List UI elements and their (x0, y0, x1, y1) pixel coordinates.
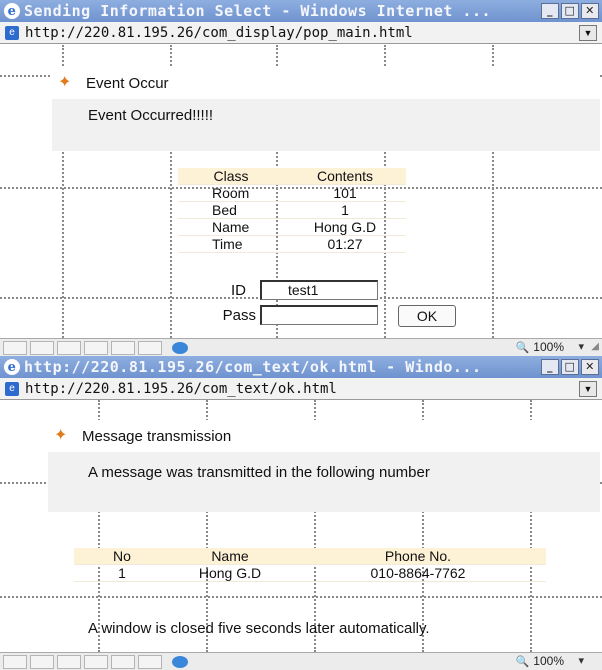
table-cell: Hong G.D (284, 218, 406, 236)
status-bar: 🔍 100% ▾ ◢ (0, 338, 602, 356)
zoom-level: 100% (533, 340, 564, 354)
table-cell: Bed (178, 201, 284, 219)
zoom-icon: 🔍 (515, 341, 530, 354)
window-title: http://220.81.195.26/com_text/ok.html - … (24, 358, 482, 376)
column-header: No (74, 548, 170, 565)
table-cell: Room (178, 184, 284, 202)
table-cell: Hong G.D (170, 564, 290, 582)
column-header: Class (178, 168, 284, 185)
table-row: Room 101 (178, 184, 406, 202)
table-cell: 01:27 (284, 235, 406, 253)
column-header: Phone No. (290, 548, 546, 565)
ie-logo-icon: e (4, 3, 20, 19)
zoom-control[interactable]: 🔍 100% (516, 340, 564, 354)
close-button[interactable]: ✕ (581, 359, 599, 375)
table-row: Bed 1 (178, 201, 406, 219)
message-title: Event Occur (86, 74, 169, 92)
message-text: Event Occurred!!!!! (88, 107, 214, 124)
table-row: Time 01:27 (178, 235, 406, 253)
table-row: 1 Hong G.D 010-8864-7762 (74, 564, 546, 582)
ok-button[interactable]: OK (398, 305, 456, 327)
page-content: ✦ Message transmission A message was tra… (0, 400, 602, 652)
window-controls: _ □ ✕ (541, 3, 599, 19)
message-text: A message was transmitted in the followi… (88, 464, 430, 481)
message-box: ✦ Event Occur Event Occurred!!!!! (52, 67, 600, 151)
id-input[interactable]: test1 (260, 280, 378, 300)
status-cell (138, 654, 162, 669)
status-cell (111, 654, 135, 669)
ie-logo-icon: e (4, 359, 20, 375)
zoom-icon: 🔍 (515, 655, 530, 668)
chevron-down-icon[interactable]: ▼ (579, 380, 597, 397)
number-table: No Name Phone No. 1 Hong G.D 010-8864-77… (74, 548, 546, 582)
title-bar[interactable]: e http://220.81.195.26/com_text/ok.html … (0, 356, 602, 378)
status-cell (30, 340, 54, 355)
bird-icon: ✦ (54, 427, 68, 444)
zoom-level: 100% (533, 654, 564, 668)
page-content: ✦ Event Occur Event Occurred!!!!! Class … (0, 45, 602, 338)
close-button[interactable]: ✕ (581, 3, 599, 19)
title-bar[interactable]: e Sending Information Select - Windows I… (0, 0, 602, 22)
window-title: Sending Information Select - Windows Int… (24, 2, 492, 20)
pass-input[interactable] (260, 305, 378, 325)
url-text[interactable]: http://220.81.195.26/com_text/ok.html (25, 381, 579, 397)
table-cell: 1 (284, 201, 406, 219)
table-header-row: Class Contents (178, 168, 406, 185)
message-title: Message transmission (82, 427, 232, 445)
grid-line (0, 596, 602, 598)
status-bar: 🔍 100% ▾ (0, 652, 602, 670)
status-cell (111, 340, 135, 355)
column-header: Contents (284, 168, 406, 185)
message-box: ✦ Message transmission A message was tra… (48, 420, 600, 512)
column-header: Name (170, 548, 290, 565)
bird-icon: ✦ (58, 74, 72, 91)
zoom-control[interactable]: 🔍 100% (516, 654, 564, 668)
address-bar[interactable]: e http://220.81.195.26/com_text/ok.html … (0, 378, 602, 400)
message-header: ✦ Event Occur (52, 67, 600, 99)
table-cell: 010-8864-7762 (290, 564, 546, 582)
globe-icon (172, 341, 188, 354)
resize-grip-icon[interactable]: ◢ (591, 341, 599, 352)
status-cell (84, 340, 108, 355)
maximize-button[interactable]: □ (561, 359, 579, 375)
auto-close-notice: A window is closed five seconds later au… (88, 620, 430, 637)
message-header: ✦ Message transmission (48, 420, 600, 452)
table-cell: Name (178, 218, 284, 236)
id-label: ID (231, 282, 246, 299)
table-cell: 101 (284, 184, 406, 202)
page-icon: e (5, 25, 19, 40)
info-table: Class Contents Room 101 Bed 1 Name Hong … (178, 168, 406, 253)
globe-icon (172, 655, 188, 668)
chevron-down-icon[interactable]: ▾ (578, 340, 584, 353)
table-row: Name Hong G.D (178, 218, 406, 236)
minimize-button[interactable]: _ (541, 359, 559, 375)
status-cell (138, 340, 162, 355)
table-header-row: No Name Phone No. (74, 548, 546, 565)
chevron-down-icon[interactable]: ▾ (578, 654, 584, 667)
page-icon: e (5, 381, 19, 396)
status-cell (57, 340, 81, 355)
browser-window-ok: e http://220.81.195.26/com_text/ok.html … (0, 356, 602, 670)
table-cell: Time (178, 235, 284, 253)
status-cell (84, 654, 108, 669)
minimize-button[interactable]: _ (541, 3, 559, 19)
url-text[interactable]: http://220.81.195.26/com_display/pop_mai… (25, 25, 579, 41)
pass-label: Pass (222, 307, 256, 324)
window-controls: _ □ ✕ (541, 359, 599, 375)
status-cell (57, 654, 81, 669)
address-bar[interactable]: e http://220.81.195.26/com_display/pop_m… (0, 22, 602, 44)
status-cell (3, 340, 27, 355)
status-cell (30, 654, 54, 669)
status-cell (3, 654, 27, 669)
maximize-button[interactable]: □ (561, 3, 579, 19)
chevron-down-icon[interactable]: ▼ (579, 24, 597, 41)
browser-window-event: e Sending Information Select - Windows I… (0, 0, 602, 356)
table-cell: 1 (74, 564, 170, 582)
